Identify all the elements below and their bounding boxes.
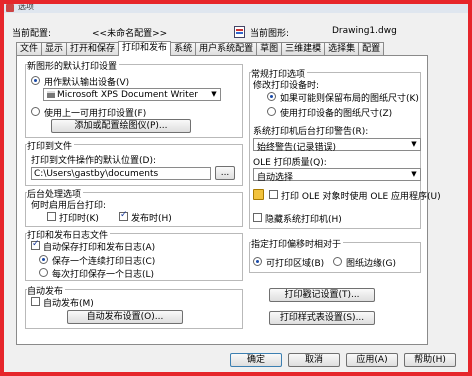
ole-quality-value: 自动选择 <box>257 173 294 183</box>
publishing-label: 发布时(H) <box>131 214 172 224</box>
browse-button[interactable]: ... <box>215 166 235 180</box>
default-output-title: 新图形的默认打印设置 <box>27 59 120 72</box>
chevron-down-icon: ▼ <box>411 140 417 148</box>
plotting-checkbox[interactable] <box>47 212 56 221</box>
edge-of-paper-label: 图纸边缘(G) <box>346 259 396 269</box>
printable-area-radio[interactable] <box>253 257 262 266</box>
use-device-paper-label: 使用打印设备的图纸尺寸(Z) <box>280 109 393 119</box>
paper-size-label: 修改打印设备时: <box>253 81 320 91</box>
app-icon <box>6 4 14 12</box>
spool-alert-select[interactable]: 始终警告(记录错误) ▼ <box>253 138 421 153</box>
auto-publish-checkbox[interactable] <box>31 297 40 306</box>
spool-alert-value: 始终警告(记录错误) <box>257 143 337 153</box>
ole-quality-select[interactable]: 自动选择 ▼ <box>253 168 421 183</box>
edge-of-paper-radio[interactable] <box>333 257 342 266</box>
title-bar: 选项 <box>4 4 468 13</box>
tab-3d-modeling[interactable]: 三维建模 <box>281 42 326 56</box>
dialog-footer: 确定 取消 应用(A) 帮助(H) <box>16 353 456 369</box>
tab-drafting[interactable]: 草图 <box>256 42 283 56</box>
printable-area-label: 可打印区域(B) <box>266 259 325 269</box>
tab-profiles[interactable]: 配置 <box>358 42 385 56</box>
keep-layout-paper-label: 如果可能则保留布局的图纸尺寸(K) <box>280 94 419 104</box>
tab-files[interactable]: 文件 <box>16 42 43 56</box>
output-device-select[interactable]: Microsoft XPS Document Writer ▼ <box>43 88 221 101</box>
profile-bar: 当前配置: <<未命名配置>> 当前图形: Drawing1.dwg <box>8 17 464 41</box>
output-device-value: Microsoft XPS Document Writer <box>57 90 198 100</box>
window-title: 选项 <box>18 4 34 11</box>
drawing-icon <box>234 26 245 38</box>
tab-display[interactable]: 显示 <box>41 42 68 56</box>
current-drawing-label: 当前图形: <box>250 29 290 39</box>
help-button[interactable]: 帮助(H) <box>404 353 456 367</box>
log-per-plot-label: 每次打印保存一个日志(L) <box>52 270 155 280</box>
print-to-file-path-value: C:\Users\gastby\documents <box>34 169 159 179</box>
current-drawing-value: Drawing1.dwg <box>332 26 397 36</box>
current-profile-label: 当前配置: <box>12 29 52 39</box>
auto-save-log-label: 自动保存打印和发布日志(A) <box>43 243 156 253</box>
spool-alert-label: 系统打印机后台打印警告(R): <box>253 127 369 137</box>
publishing-checkbox[interactable] <box>119 210 128 221</box>
hide-system-printers-label: 隐藏系统打印机(H) <box>265 215 342 225</box>
plotting-label: 打印时(K) <box>59 214 99 224</box>
printer-icon <box>47 91 55 98</box>
continuous-log-label: 保存一个连续打印日志(C) <box>52 257 156 267</box>
ole-app-checkbox[interactable] <box>269 190 278 199</box>
current-profile-value: <<未命名配置>> <box>92 29 168 39</box>
auto-publish-label: 自动发布(M) <box>43 299 94 309</box>
use-device-paper-radio[interactable] <box>267 107 276 116</box>
chevron-down-icon: ▼ <box>211 90 217 98</box>
use-last-settings-radio[interactable] <box>31 107 40 116</box>
ole-app-label: 打印 OLE 对象时使用 OLE 应用程序(U) <box>281 192 441 202</box>
tab-strip: 文件 显示 打开和保存 打印和发布 系统 用户系统配置 草图 三维建模 选择集 … <box>16 41 385 56</box>
hide-system-printers-checkbox[interactable] <box>253 213 262 222</box>
keep-layout-paper-radio[interactable] <box>267 92 276 101</box>
plot-stamp-settings-button[interactable]: 打印戳记设置(T)... <box>269 288 375 302</box>
chevron-down-icon: ▼ <box>411 170 417 178</box>
use-as-default-label: 用作默认输出设备(V) <box>44 78 130 88</box>
ok-button[interactable]: 确定 <box>230 353 282 367</box>
tab-system[interactable]: 系统 <box>170 42 197 56</box>
print-to-file-path-input[interactable]: C:\Users\gastby\documents <box>31 167 211 180</box>
tab-selection[interactable]: 选择集 <box>324 42 360 56</box>
options-dialog: 选项 当前配置: <<未命名配置>> 当前图形: Drawing1.dwg 文件… <box>0 0 472 376</box>
apply-button[interactable]: 应用(A) <box>346 353 398 367</box>
tab-open-save[interactable]: 打开和保存 <box>66 42 120 56</box>
tab-plot-publish[interactable]: 打印和发布 <box>118 41 172 56</box>
tab-user-preferences[interactable]: 用户系统配置 <box>195 42 258 56</box>
print-to-file-title: 打印到文件 <box>27 139 75 152</box>
plot-style-table-settings-button[interactable]: 打印样式表设置(S)... <box>269 311 375 325</box>
plot-offset-title: 指定打印偏移时相对于 <box>251 237 344 250</box>
plot-publish-panel: 新图形的默认打印设置 用作默认输出设备(V) Microsoft XPS Doc… <box>16 55 441 345</box>
use-as-default-radio[interactable] <box>31 76 40 85</box>
print-to-file-location-label: 打印到文件操作的默认位置(D): <box>31 156 156 166</box>
info-icon <box>253 189 264 200</box>
use-last-settings-label: 使用上一可用打印设置(F) <box>44 109 147 119</box>
continuous-log-radio[interactable] <box>39 255 48 264</box>
cancel-button[interactable]: 取消 <box>288 353 340 367</box>
auto-save-log-checkbox[interactable] <box>31 239 40 250</box>
auto-publish-settings-button[interactable]: 自动发布设置(O)... <box>67 310 183 324</box>
background-when-label: 何时启用后台打印: <box>31 201 107 211</box>
add-plotter-button[interactable]: 添加或配置绘图仪(P)... <box>51 119 191 133</box>
ole-quality-label: OLE 打印质量(Q): <box>253 158 327 168</box>
log-per-plot-radio[interactable] <box>39 268 48 277</box>
